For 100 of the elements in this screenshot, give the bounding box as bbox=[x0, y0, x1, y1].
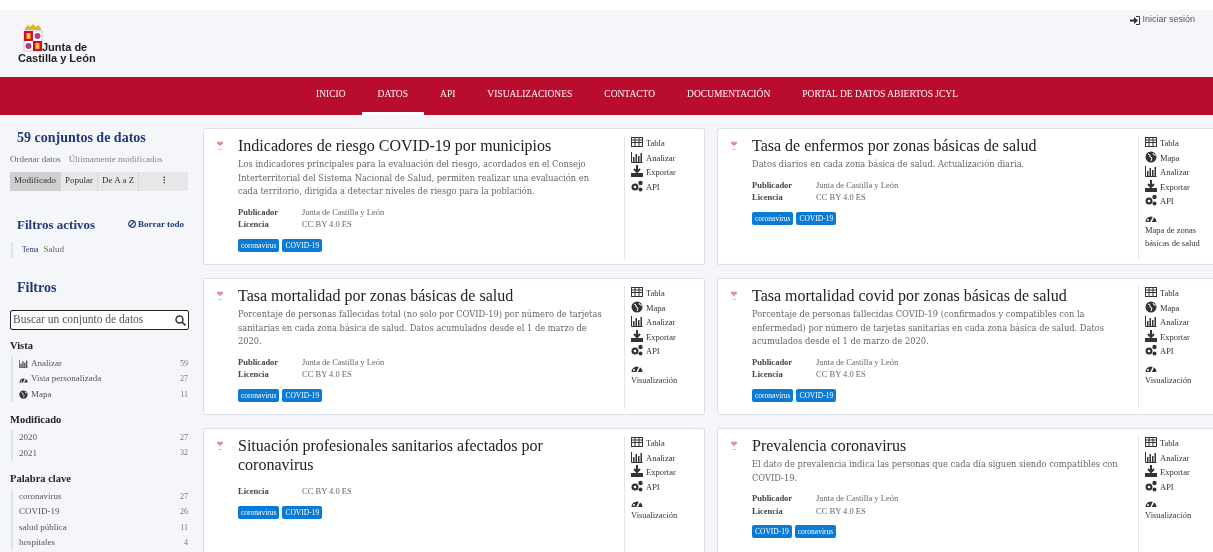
heart-icon bbox=[216, 141, 224, 151]
sort-button[interactable]: Modificado bbox=[10, 171, 61, 191]
action-link[interactable]: Analizar bbox=[1145, 315, 1213, 330]
action-link[interactable]: API bbox=[631, 179, 704, 194]
action-link[interactable]: Visualización bbox=[1145, 494, 1213, 523]
nav-tab[interactable]: PORTAL DE DATOS ABIERTOS JCYL bbox=[786, 77, 974, 115]
meta-label: Licencia bbox=[238, 368, 270, 381]
download-icon bbox=[1145, 465, 1157, 477]
action-link[interactable]: API bbox=[631, 479, 704, 494]
action-link[interactable]: Exportar bbox=[631, 165, 704, 180]
table-icon bbox=[631, 136, 643, 148]
coat-of-arms-icon bbox=[22, 24, 44, 52]
table-icon bbox=[1145, 136, 1157, 148]
meta-value: Junta de Castilla y León bbox=[816, 355, 900, 368]
action-link[interactable]: Visualización bbox=[1145, 358, 1213, 387]
action-link[interactable]: API bbox=[1145, 194, 1213, 209]
dataset-description: Porcentaje de personas fallecidas COVID-19 (confirmados y compatibles con la enfermedad) por número de tarjetas sanitarias en cada zona básica de salud. Datos acumulados desde el 1 de marzo de 2020. bbox=[752, 308, 1105, 348]
heart-icon bbox=[216, 291, 224, 301]
search-field[interactable]: Buscar un conjunto de datos bbox=[10, 310, 189, 330]
facet-item[interactable]: Mapa 11 bbox=[19, 386, 188, 403]
action-link[interactable]: Tabla bbox=[1145, 436, 1213, 451]
dataset-title[interactable]: Indicadores de riesgo COVID-19 por municipios bbox=[238, 136, 610, 155]
action-link[interactable]: API bbox=[631, 344, 704, 359]
action-link[interactable]: Exportar bbox=[1145, 465, 1213, 480]
meta-label: Publicador bbox=[238, 355, 280, 368]
nav-tab[interactable]: CONTACTO bbox=[588, 77, 672, 115]
dataset-description: El dato de prevalencia indica las personas que cada día siguen siendo compatibles con COVID-19. bbox=[752, 458, 1119, 485]
action-link[interactable]: Mapa bbox=[631, 300, 704, 315]
download-icon bbox=[1145, 179, 1157, 192]
action-link[interactable]: Tabla bbox=[631, 136, 704, 151]
meta-label: Publicador bbox=[752, 178, 794, 191]
action-link[interactable]: Exportar bbox=[1145, 329, 1213, 344]
bar-chart-icon bbox=[631, 315, 643, 327]
meta-value: CC BY 4.0 ES bbox=[816, 504, 867, 517]
action-link[interactable]: API bbox=[1145, 479, 1213, 494]
facet-item[interactable]: 2021 32 bbox=[19, 445, 188, 461]
action-link[interactable]: Exportar bbox=[1145, 179, 1213, 194]
facet-count: 59 bbox=[180, 357, 188, 370]
action-link[interactable]: Analizar bbox=[631, 315, 704, 330]
dataset-description: Porcentaje de personas fallecidas total (no solo por COVID-19) por número de tarjetas sanitarias en cada zona básica de salud. Datos acumulados desde el 1 de marzo de 2020. bbox=[238, 308, 603, 348]
action-link[interactable]: Analizar bbox=[631, 150, 704, 165]
gears-icon bbox=[631, 344, 643, 356]
download-icon bbox=[631, 329, 643, 342]
table-icon bbox=[1145, 286, 1157, 298]
action-link[interactable]: Exportar bbox=[631, 465, 704, 480]
action-link[interactable]: Tabla bbox=[631, 286, 704, 301]
download-icon bbox=[631, 165, 643, 177]
meta-label: Licencia bbox=[752, 504, 784, 517]
nav-tab[interactable]: INICIO bbox=[300, 77, 362, 115]
facet-item[interactable]: salud pública 11 bbox=[19, 519, 188, 536]
meta-label: Licencia bbox=[238, 218, 270, 231]
facet-item[interactable]: hospitales 4 bbox=[19, 535, 188, 551]
action-link[interactable]: Mapa de zonas básicas de salud bbox=[1145, 208, 1213, 251]
dataset-title[interactable]: Tasa mortalidad covid por zonas básicas de salud bbox=[752, 286, 1124, 305]
nav-tab[interactable]: DOCUMENTACIÓN bbox=[671, 77, 787, 115]
action-link[interactable]: Visualización bbox=[631, 494, 704, 523]
nav-tab[interactable]: API bbox=[424, 77, 472, 115]
sort-label: Ordenar datos bbox=[10, 153, 61, 166]
action-link[interactable]: Tabla bbox=[631, 436, 704, 451]
bar-chart-icon bbox=[631, 450, 643, 463]
login-link[interactable]: Iniciar sesión bbox=[1130, 14, 1195, 26]
facet-count: 4 bbox=[184, 537, 188, 549]
globe-icon bbox=[1145, 150, 1157, 163]
cancel-icon bbox=[127, 220, 136, 229]
dataset-title[interactable]: Tasa de enfermos por zonas básicas de salud bbox=[752, 136, 1124, 155]
action-link[interactable]: Exportar bbox=[631, 329, 704, 344]
dataset-title[interactable]: Situación profesionales sanitarios afectados por coronavirus bbox=[238, 436, 610, 474]
dataset-title[interactable]: Tasa mortalidad por zonas básicas de salud bbox=[238, 286, 610, 305]
facet-count: 27 bbox=[180, 431, 188, 444]
clear-all-link[interactable]: Borrar todo bbox=[127, 217, 184, 231]
action-link[interactable]: API bbox=[1145, 344, 1213, 359]
action-link[interactable]: Tabla bbox=[1145, 286, 1213, 301]
action-link[interactable]: Analizar bbox=[631, 450, 704, 465]
nav-tab[interactable]: VISUALIZACIONES bbox=[471, 77, 589, 115]
facet-item[interactable]: COVID-19 26 bbox=[19, 504, 188, 520]
table-icon bbox=[631, 286, 643, 298]
action-link[interactable]: Analizar bbox=[1145, 165, 1213, 180]
facet-item[interactable]: 2020 27 bbox=[19, 430, 188, 446]
filters-title: Filtros bbox=[17, 279, 58, 297]
action-link[interactable]: Tabla bbox=[1145, 136, 1213, 151]
table-icon bbox=[631, 436, 643, 448]
meta-label: Licencia bbox=[238, 485, 270, 498]
meta-value: Junta de Castilla y León bbox=[302, 205, 386, 218]
logo-text: Junta de bbox=[42, 42, 89, 53]
download-icon bbox=[1145, 329, 1157, 342]
action-link[interactable]: Mapa bbox=[1145, 150, 1213, 165]
gears-icon bbox=[1145, 344, 1157, 356]
action-link[interactable]: Visualización bbox=[631, 358, 704, 387]
meta-value: Junta de Castilla y León bbox=[816, 492, 900, 505]
action-link[interactable]: Analizar bbox=[1145, 450, 1213, 465]
facet-item[interactable]: Analizar 59 bbox=[19, 355, 188, 372]
sort-value: Últimamente modificados bbox=[68, 153, 163, 166]
dataset-title[interactable]: Prevalencia coronavirus bbox=[752, 436, 1124, 455]
meta-value: CC BY 4.0 ES bbox=[302, 368, 353, 381]
action-link[interactable]: Mapa bbox=[1145, 300, 1213, 315]
facet-item[interactable]: coronavirus 27 bbox=[19, 488, 188, 505]
facet-item[interactable]: Vista personalizada 27 bbox=[19, 371, 188, 387]
bar-chart-icon bbox=[1145, 315, 1157, 327]
heart-icon bbox=[216, 441, 224, 451]
meta-label: Licencia bbox=[752, 368, 784, 381]
